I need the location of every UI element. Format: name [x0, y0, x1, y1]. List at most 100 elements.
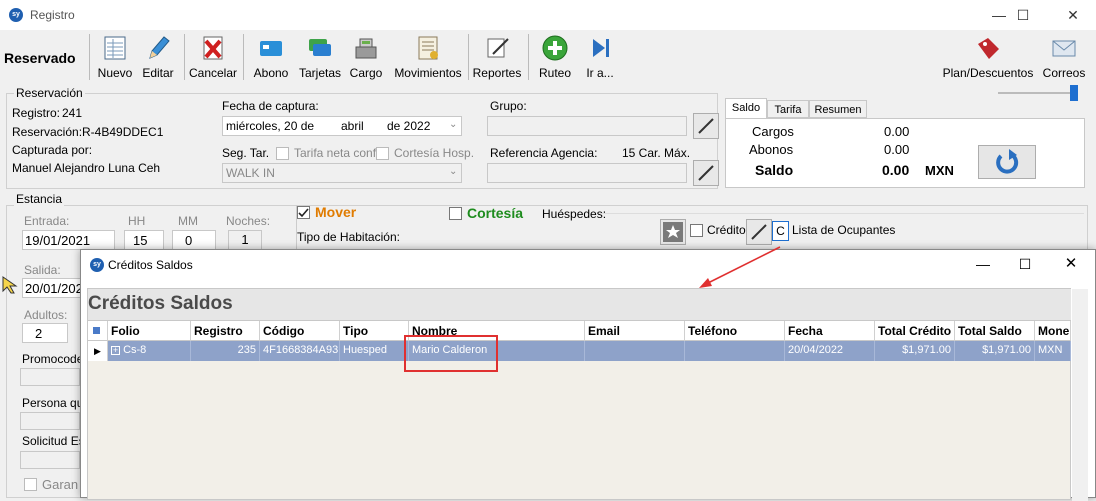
tarifa-neta-label: Tarifa neta conf.	[294, 146, 380, 160]
cortesia-checkbox[interactable]	[449, 207, 462, 220]
window-title: Registro	[30, 8, 75, 22]
tarifa-select-value: WALK IN	[226, 166, 275, 180]
cell-fecha[interactable]: 20/04/2022	[785, 341, 875, 361]
fecha-day: miércoles, 20 de	[226, 119, 315, 133]
capturada-value: Manuel Alejandro Luna Ceh	[12, 161, 161, 175]
tarjetas-button[interactable]: Tarjetas	[298, 32, 342, 84]
tarifa-select[interactable]: WALK IN ⌄	[222, 163, 462, 183]
cell-codigo[interactable]: 4F1668384A93	[260, 341, 340, 361]
envelope-icon	[1052, 40, 1076, 57]
plan-descuentos-button[interactable]: Plan/Descuentos	[940, 32, 1036, 84]
tab-saldo[interactable]: Saldo	[725, 98, 767, 119]
title-bar	[0, 0, 1096, 30]
mm-stepper[interactable]: 0	[172, 230, 216, 250]
movimientos-label: Movimientos	[394, 66, 462, 80]
edit-ref-button[interactable]	[693, 160, 719, 186]
grupo-label: Grupo:	[490, 99, 527, 113]
tab-tarifa[interactable]: Tarifa	[767, 100, 809, 118]
col-telefono[interactable]: Teléfono	[685, 321, 785, 341]
ir-a-button[interactable]: Ir a...	[582, 32, 618, 84]
chevron-down-icon[interactable]: ⌄	[449, 166, 457, 177]
col-registro[interactable]: Registro	[191, 321, 260, 341]
cell-tipo[interactable]: Huesped	[340, 341, 409, 361]
close-button[interactable]: ✕	[1050, 0, 1096, 30]
abonos-value: 0.00	[884, 142, 910, 157]
persona-input[interactable]	[20, 412, 80, 430]
nuevo-button[interactable]: Nuevo	[94, 32, 136, 84]
abono-label: Abono	[253, 66, 289, 80]
cell-telefono[interactable]	[685, 341, 785, 361]
ref-max-label: 15 Car. Máx.	[622, 146, 691, 160]
adultos-stepper[interactable]: 2	[22, 323, 68, 343]
dialog-maximize-button[interactable]: ☐	[1005, 252, 1045, 276]
cancelar-button[interactable]: Cancelar	[188, 32, 238, 84]
seg-tar-label: Seg. Tar.	[222, 146, 270, 160]
toolbar-separator	[528, 34, 529, 80]
movimientos-button[interactable]: Movimientos	[391, 32, 465, 84]
abono-button[interactable]: Abono	[250, 32, 292, 84]
grupo-select[interactable]	[487, 116, 687, 136]
col-total-credito[interactable]: Total Crédito	[875, 321, 955, 341]
col-folio[interactable]: Folio	[108, 321, 191, 341]
promocode-input[interactable]	[20, 368, 80, 386]
star-button[interactable]	[660, 219, 686, 245]
mover-label: Mover	[315, 204, 357, 220]
row-indicator[interactable]: ▶	[88, 341, 108, 361]
check-icon	[298, 208, 309, 218]
ruteo-button[interactable]: Ruteo	[533, 32, 577, 84]
grid-caption-band	[88, 289, 1071, 321]
cortesia-label: Cortesía	[467, 205, 524, 221]
noches-value: 1	[228, 230, 262, 250]
nuevo-label: Nuevo	[97, 66, 133, 80]
dialog-close-button[interactable]: ✕	[1051, 252, 1091, 276]
mover-checkbox[interactable]	[297, 206, 310, 219]
tab-resumen[interactable]: Resumen	[809, 100, 867, 118]
correos-button[interactable]: Correos	[1040, 32, 1088, 84]
annotation-arrow-icon	[699, 246, 781, 288]
noches-label: Noches:	[226, 214, 271, 228]
refresh-button[interactable]	[978, 145, 1036, 179]
refresh-icon	[996, 149, 1019, 174]
edit-huesped-button[interactable]	[746, 219, 772, 245]
edit-grupo-button[interactable]	[693, 113, 719, 139]
cortesia-hosp-checkbox[interactable]	[376, 147, 389, 160]
tarifa-neta-checkbox[interactable]	[276, 147, 289, 160]
cell-folio[interactable]: + Cs-8	[108, 341, 191, 361]
grid-corner[interactable]	[88, 321, 108, 341]
solicitud-input[interactable]	[20, 451, 80, 469]
chevron-down-icon[interactable]: ⌄	[449, 119, 457, 130]
cortesia-hosp-label: Cortesía Hosp.	[394, 146, 475, 160]
col-total-saldo[interactable]: Total Saldo	[955, 321, 1035, 341]
salida-date[interactable]: 20/01/202	[22, 278, 82, 298]
pencil-icon	[149, 36, 170, 59]
credito-checkbox[interactable]	[690, 224, 703, 237]
editar-button[interactable]: Editar	[139, 32, 177, 84]
zoom-slider-thumb[interactable]	[1070, 85, 1078, 101]
cell-total-saldo[interactable]: $1,971.00	[955, 341, 1035, 361]
cell-moneda[interactable]: MXN	[1035, 341, 1071, 361]
cell-registro[interactable]: 235	[191, 341, 260, 361]
reportes-button[interactable]: Reportes	[472, 32, 522, 84]
maximize-button[interactable]: ☐	[1000, 0, 1046, 30]
col-codigo[interactable]: Código	[260, 321, 340, 341]
c-button[interactable]: C	[772, 221, 789, 241]
garantia-checkbox[interactable]	[24, 478, 37, 491]
grid-vertical-scrollbar[interactable]	[1072, 289, 1088, 501]
fecha-captura-picker[interactable]: miércoles, 20 de abril de 2022 ⌄	[222, 116, 462, 136]
hh-stepper[interactable]: 15	[124, 230, 164, 250]
col-tipo[interactable]: Tipo	[340, 321, 409, 341]
cell-email[interactable]	[585, 341, 685, 361]
cell-total-credito[interactable]: $1,971.00	[875, 341, 955, 361]
cargo-button[interactable]: Cargo	[346, 32, 386, 84]
ledger-icon	[418, 36, 438, 60]
expand-icon[interactable]: +	[111, 345, 120, 355]
cards-icon	[309, 39, 331, 56]
col-email[interactable]: Email	[585, 321, 685, 341]
col-fecha[interactable]: Fecha	[785, 321, 875, 341]
entrada-date[interactable]: 19/01/2021	[22, 230, 115, 250]
persona-label: Persona qui	[22, 396, 87, 410]
cancelar-label: Cancelar	[188, 66, 238, 80]
ref-agencia-input[interactable]	[487, 163, 687, 183]
dialog-minimize-button[interactable]: —	[963, 252, 1003, 276]
col-moneda[interactable]: Mone	[1035, 321, 1071, 341]
